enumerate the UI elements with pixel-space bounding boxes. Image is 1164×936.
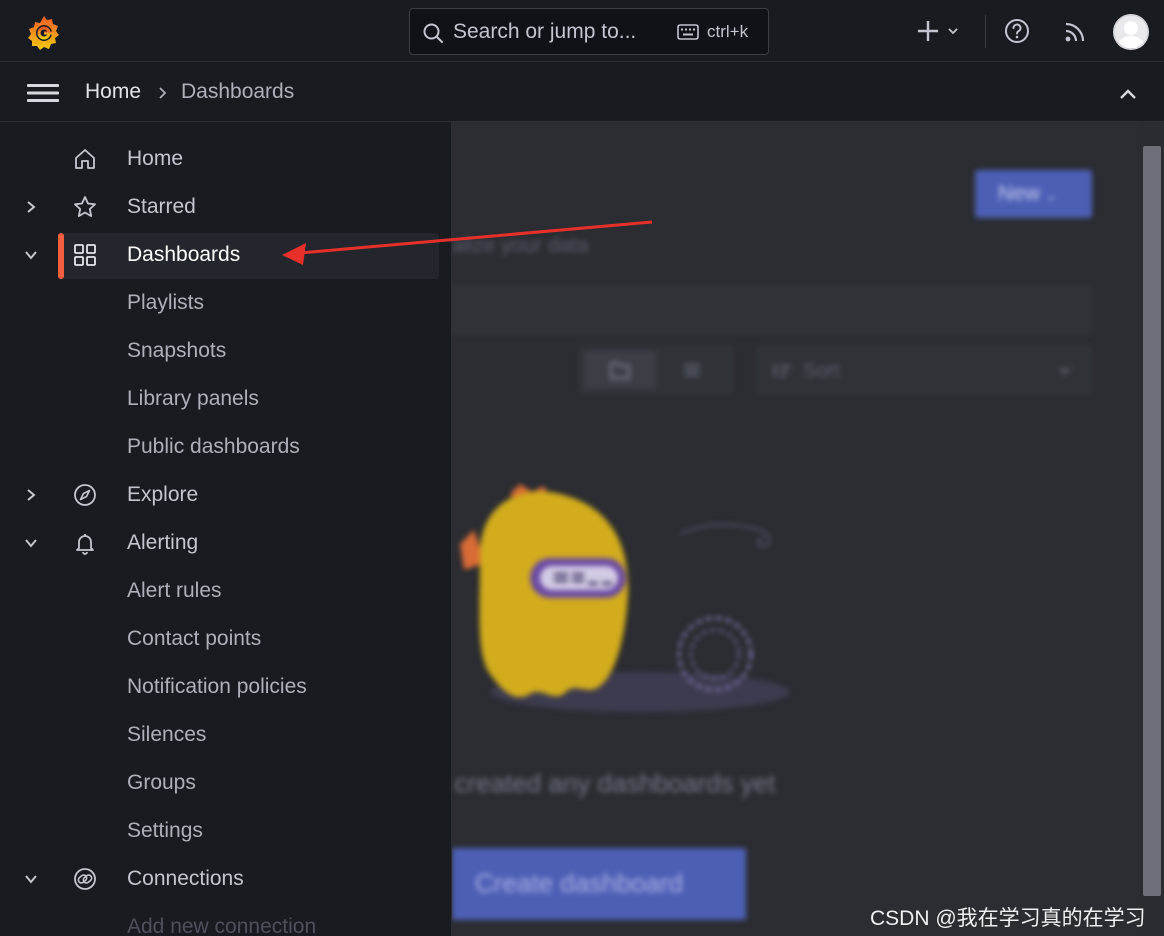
nav-item-settings[interactable]: Settings: [0, 807, 451, 855]
create-dashboard-button[interactable]: Create dashboard: [452, 848, 746, 920]
nav-item-connections[interactable]: Connections: [0, 855, 451, 903]
search-icon: [423, 23, 443, 43]
breadcrumb-current: Dashboards: [181, 80, 295, 103]
nav-item-label: Alerting: [127, 531, 199, 554]
home-icon: [75, 149, 95, 169]
empty-state-illustration: [460, 484, 790, 712]
nav-item-silences[interactable]: Silences: [0, 711, 451, 759]
chevron-right-icon[interactable]: [22, 197, 40, 217]
sort-icon: [774, 364, 791, 377]
nav-item-label: Settings: [127, 819, 203, 842]
nav-item-label: Add new connection: [127, 915, 317, 936]
nav-item-label: Alert rules: [127, 579, 222, 602]
nav-item-label: Connections: [127, 867, 244, 890]
empty-state-message: t created any dashboards yet: [452, 768, 776, 798]
view-toggle[interactable]: [579, 346, 733, 394]
keyboard-icon: [677, 24, 699, 40]
main-content-blurred: New ⌄ alize your data Sort t created any…: [452, 122, 1164, 936]
nav-item-public-dashboards[interactable]: Public dashboards: [0, 423, 451, 471]
watermark-text: CSDN @我在学习真的在学习: [870, 907, 1146, 930]
chevron-right-icon: [159, 87, 167, 99]
nav-item-label: Snapshots: [127, 339, 227, 362]
list-icon[interactable]: [680, 361, 704, 379]
nav-item-label: Home: [127, 147, 184, 170]
main-content: New ⌄ alize your data Sort t created any…: [452, 122, 1164, 936]
nav-item-dashboards[interactable]: Dashboards: [0, 231, 451, 279]
nav-item-explore[interactable]: Explore: [0, 471, 451, 519]
search-box[interactable]: Search or jump to... ctrl+k: [409, 8, 769, 55]
nav-item-alert-rules[interactable]: Alert rules: [0, 567, 451, 615]
chevron-right-icon[interactable]: [22, 485, 40, 505]
chevron-down-icon[interactable]: [22, 533, 40, 553]
nav-item-add-new-connection[interactable]: Add new connection: [0, 903, 451, 936]
bell-icon: [76, 534, 94, 555]
folder-icon: [610, 362, 630, 379]
nav-item-label: Contact points: [127, 627, 262, 650]
nav-item-home[interactable]: Home: [0, 135, 451, 183]
help-icon[interactable]: [1004, 18, 1030, 44]
active-item-indicator: [58, 233, 64, 279]
nav-item-label: Dashboards: [127, 243, 241, 266]
sort-select[interactable]: Sort: [756, 346, 1092, 394]
star-icon: [74, 196, 96, 217]
chevron-down-icon[interactable]: [22, 869, 40, 889]
news-feed-icon[interactable]: [1062, 19, 1088, 45]
apps-icon: [74, 244, 96, 266]
compass-icon: [74, 484, 96, 506]
nav-item-playlists[interactable]: Playlists: [0, 279, 451, 327]
nav-item-groups[interactable]: Groups: [0, 759, 451, 807]
mega-menu: Home Starred Dashboards Playlists Snapsh…: [0, 122, 452, 936]
nav-item-label: Notification policies: [127, 675, 307, 698]
search-placeholder: Search or jump to...: [453, 20, 637, 43]
nav-item-label: Groups: [127, 771, 196, 794]
breadcrumb-bar: Home Dashboards: [0, 62, 1164, 122]
user-icon: [1113, 14, 1149, 50]
nav-item-label: Silences: [127, 723, 207, 746]
new-button-label: New: [998, 182, 1041, 205]
link-icon: [74, 868, 96, 890]
page-subtitle: alize your data: [452, 234, 589, 257]
nav-item-snapshots[interactable]: Snapshots: [0, 327, 451, 375]
active-item-highlight: [58, 233, 439, 279]
nav-item-label: Starred: [127, 195, 196, 218]
scrollbar-thumb[interactable]: [1143, 146, 1161, 896]
chevron-down-icon: [1059, 367, 1071, 375]
nav-item-contact-points[interactable]: Contact points: [0, 615, 451, 663]
user-avatar[interactable]: [1113, 14, 1149, 50]
folder-view-button[interactable]: [584, 351, 656, 389]
chevron-down-icon[interactable]: [22, 245, 40, 265]
sort-label: Sort: [803, 360, 840, 382]
grafana-logo-icon[interactable]: [26, 14, 62, 50]
search-shortcut: ctrl+k: [707, 22, 749, 41]
chevron-up-icon[interactable]: [1116, 84, 1140, 104]
toolbar-divider: [985, 15, 986, 48]
dashboard-search-input[interactable]: [452, 286, 1092, 334]
hamburger-menu-icon[interactable]: [26, 80, 60, 106]
breadcrumb-home[interactable]: Home: [85, 80, 141, 104]
nav-item-notification-policies[interactable]: Notification policies: [0, 663, 451, 711]
nav-item-label: Explore: [127, 483, 199, 506]
nav-item-label: Playlists: [127, 291, 205, 314]
nav-item-label: Public dashboards: [127, 435, 300, 458]
top-bar: Search or jump to... ctrl+k: [0, 0, 1164, 62]
new-button[interactable]: New ⌄: [975, 170, 1092, 218]
chevron-down-icon: ⌄: [1045, 188, 1057, 203]
nav-item-starred[interactable]: Starred: [0, 183, 451, 231]
nav-item-library-panels[interactable]: Library panels: [0, 375, 451, 423]
add-new-button[interactable]: [912, 16, 964, 46]
nav-item-alerting[interactable]: Alerting: [0, 519, 451, 567]
nav-item-label: Library panels: [127, 387, 259, 410]
